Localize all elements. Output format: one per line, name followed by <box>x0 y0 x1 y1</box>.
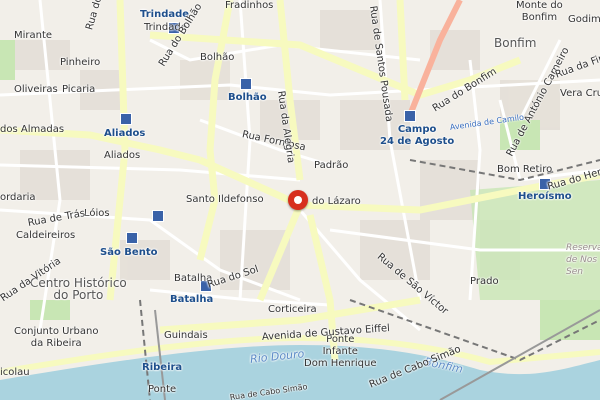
label-ribeira: Ribeira <box>142 362 183 373</box>
label-vera-cruz: Vera Cruz <box>560 88 600 99</box>
label-monte-do-bonfim: Monte do Bonfim <box>516 0 563 23</box>
label-picaria: Picaria <box>62 84 96 95</box>
metro-station-icon-sao-bento-train[interactable] <box>152 210 164 222</box>
label-guindais: Guindais <box>164 330 208 341</box>
label-godim: Godim <box>568 14 600 25</box>
label-batalha-station: Batalha <box>170 294 214 305</box>
label-corticeira: Corticeira <box>268 304 317 315</box>
label-trindade-station: Trindade <box>140 9 190 20</box>
label-bom-retiro: Bom Retiro <box>497 164 553 175</box>
label-bolhao-station: Bolhão <box>228 92 267 103</box>
label-conjunto-urbano: Conjunto Urbano da Ribeira <box>14 326 99 349</box>
label-bordaria: ordaria <box>0 192 36 203</box>
label-padrao: Padrão <box>314 160 349 171</box>
label-heroismo: Heroísmo <box>518 191 572 202</box>
label-oliveiras: Oliveiras <box>14 84 58 95</box>
label-dos-almadas: dos Almadas <box>0 124 65 135</box>
label-aliados-station: Aliados <box>104 128 146 139</box>
metro-station-icon-sao-bento[interactable] <box>126 232 138 244</box>
label-fradinhos: Fradinhos <box>225 0 274 11</box>
metro-station-icon-bolhao[interactable] <box>240 78 252 90</box>
label-bolhao: Bolhão <box>200 52 235 63</box>
label-sao-bento: São Bento <box>100 247 158 258</box>
label-mirante: Mirante <box>14 30 53 41</box>
label-sao-lazaro: do Lázaro <box>312 196 361 207</box>
label-bonfim: Bonfim <box>494 36 537 50</box>
label-campo-24: Campo 24 de Agosto <box>380 124 455 147</box>
label-ponte: Ponte <box>148 384 177 395</box>
label-pinheiro: Pinheiro <box>60 57 101 68</box>
label-caldeireiros: Caldeireiros <box>16 230 76 241</box>
metro-station-icon-aliados[interactable] <box>120 113 132 125</box>
metro-station-icon-campo-24[interactable] <box>404 110 416 122</box>
label-aliados: Aliados <box>104 150 141 161</box>
map-canvas[interactable]: Trindade Trindade Bolhão Bolhão Aliados … <box>0 0 600 400</box>
label-nicolau: icolau <box>0 367 30 378</box>
label-reservatorio: Reservató de Nos Sen <box>566 243 600 277</box>
label-prado: Prado <box>470 276 499 287</box>
label-centro-historico: Centro Histórico do Porto <box>30 276 127 302</box>
label-loios: Lóios <box>84 208 110 219</box>
location-marker-icon[interactable] <box>288 190 308 210</box>
label-santo-ildefonso: Santo Ildefonso <box>186 194 264 205</box>
